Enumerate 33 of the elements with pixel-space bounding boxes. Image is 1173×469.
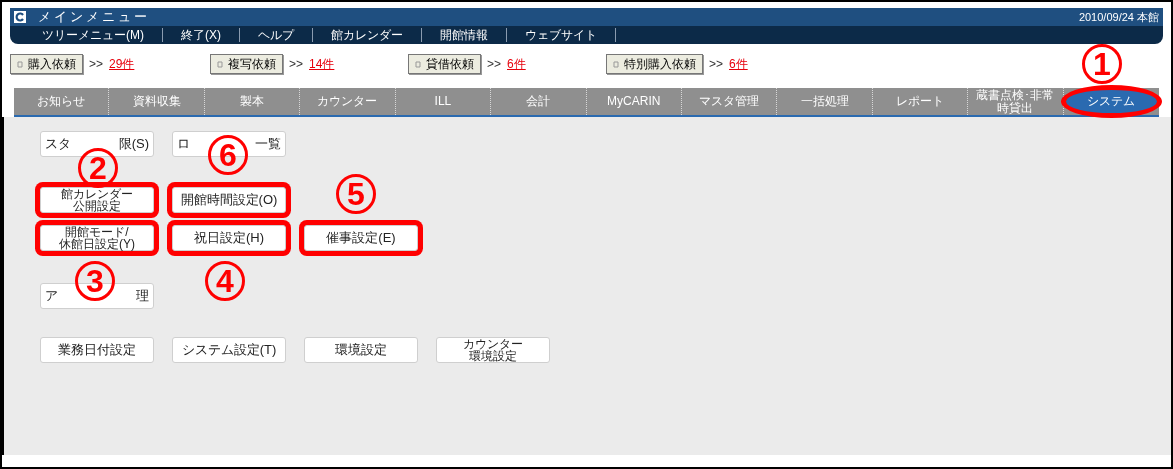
menu-button[interactable]: カウンター 環境設定 bbox=[436, 337, 550, 363]
callout-number: 3 bbox=[75, 261, 115, 301]
arrow-text: >> bbox=[709, 56, 723, 73]
nav-tab[interactable]: システム bbox=[1063, 88, 1160, 115]
date-branch: 2010/09/24 本館 bbox=[1078, 9, 1159, 25]
menu-button[interactable]: システム設定(T) bbox=[172, 337, 286, 363]
count-link[interactable]: 14件 bbox=[309, 55, 335, 73]
menu-item[interactable]: ヘルプ bbox=[240, 28, 313, 42]
callout-number: 4 bbox=[205, 261, 245, 301]
request-button[interactable]: 特別購入依頼 bbox=[606, 54, 703, 74]
arrow-text: >> bbox=[89, 56, 103, 73]
app-logo-icon bbox=[14, 11, 26, 23]
callout-number: 6 bbox=[208, 135, 248, 175]
callout-number: 5 bbox=[336, 174, 376, 214]
menu-item[interactable]: ツリーメニュー(M) bbox=[24, 28, 163, 42]
menu-button[interactable]: スタ 限(S) bbox=[40, 131, 154, 157]
arrow-text: >> bbox=[487, 56, 501, 73]
menu-item[interactable]: ウェブサイト bbox=[507, 28, 616, 42]
callout-number: 2 bbox=[78, 148, 118, 188]
arrow-text: >> bbox=[289, 56, 303, 73]
menu-item[interactable]: 終了(X) bbox=[163, 28, 240, 42]
menu-item[interactable]: 開館情報 bbox=[422, 28, 507, 42]
callout-number: 1 bbox=[1082, 44, 1122, 84]
menu-button[interactable]: 環境設定 bbox=[304, 337, 418, 363]
request-button[interactable]: 購入依頼 bbox=[10, 54, 83, 74]
count-link[interactable]: 6件 bbox=[507, 55, 526, 73]
window-title: メインメニュー bbox=[38, 8, 150, 27]
menu-button[interactable]: 業務日付設定 bbox=[40, 337, 154, 363]
count-link[interactable]: 29件 bbox=[109, 55, 135, 73]
menu-item[interactable]: 館カレンダー bbox=[313, 28, 422, 42]
request-button[interactable]: 貸借依頼 bbox=[408, 54, 481, 74]
count-link[interactable]: 6件 bbox=[729, 55, 748, 73]
request-button[interactable]: 複写依頼 bbox=[210, 54, 283, 74]
